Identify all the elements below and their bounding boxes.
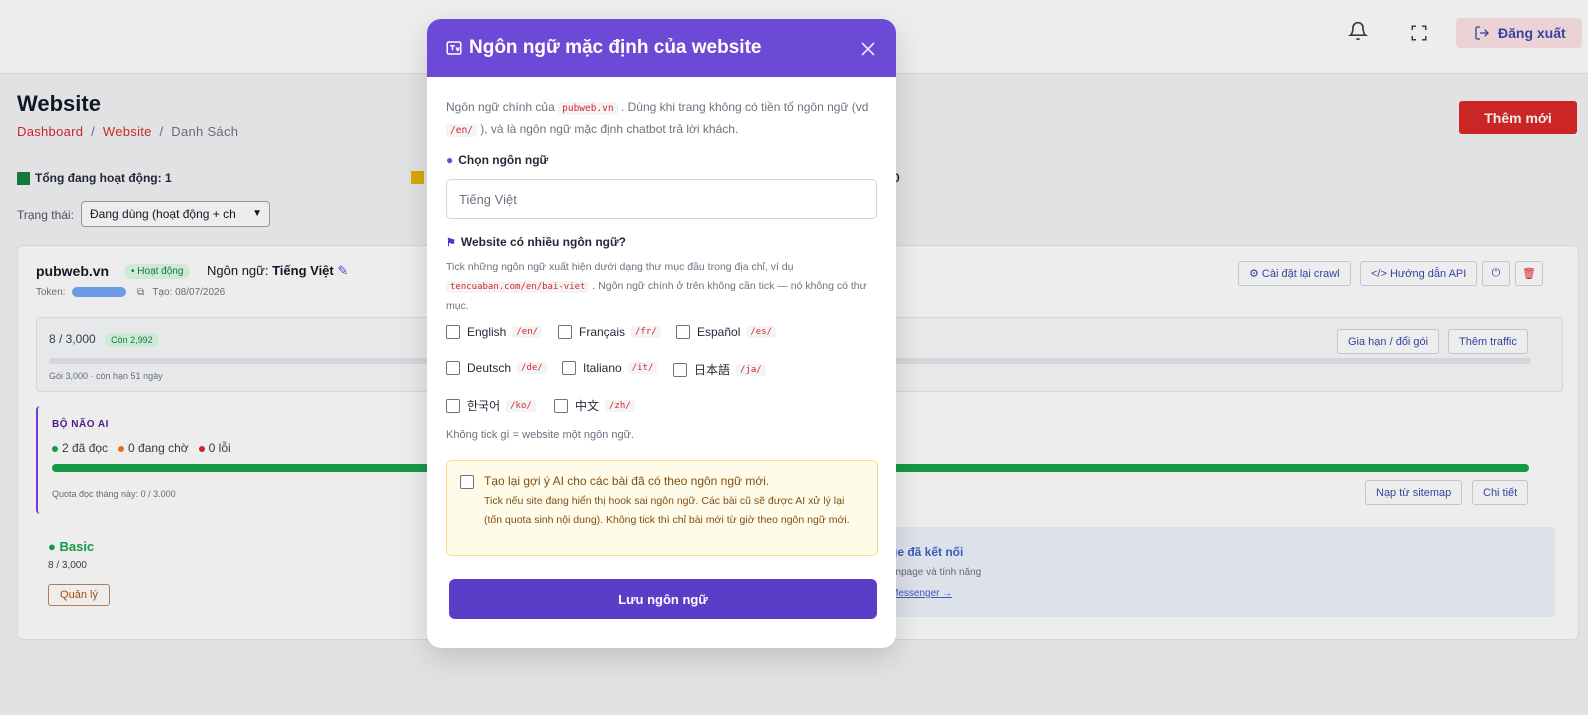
language-modal: Ngôn ngữ mặc định của website Ngôn ngữ c…: [427, 19, 896, 648]
translate-icon: [446, 41, 462, 55]
lang-option-es[interactable]: Español/es/: [676, 325, 777, 339]
checkbox[interactable]: [446, 325, 460, 339]
choose-language-label: ● Chọn ngôn ngữ: [446, 153, 549, 167]
lang-option-ja[interactable]: 日本語/ja/: [673, 361, 766, 378]
regenerate-box: Tạo lại gợi ý AI cho các bài đã có theo …: [446, 460, 878, 556]
save-language-button[interactable]: Lưu ngôn ngữ: [449, 579, 877, 619]
multi-language-description: Tick những ngôn ngữ xuất hiện dưới dạng …: [446, 261, 867, 312]
lang-option-ko[interactable]: 한국어/ko/: [446, 397, 536, 414]
globe-icon: ●: [446, 153, 454, 167]
modal-title: Ngôn ngữ mặc định của website: [469, 37, 762, 58]
language-input[interactable]: [446, 179, 877, 219]
single-language-note: Không tick gì = website một ngôn ngữ.: [446, 429, 635, 441]
checkbox[interactable]: [673, 362, 687, 377]
checkbox[interactable]: [446, 398, 460, 413]
domain-code: pubweb.vn: [558, 102, 618, 115]
prefix-example-code: /en/: [446, 124, 477, 137]
lang-option-en[interactable]: English/en/: [446, 325, 543, 339]
lang-option-zh[interactable]: 中文/zh/: [554, 397, 635, 414]
lang-option-it[interactable]: Italiano/it/: [562, 361, 658, 375]
regenerate-title[interactable]: Tạo lại gợi ý AI cho các bài đã có theo …: [484, 474, 769, 488]
url-example-code: tencuaban.com/en/bai-viet: [446, 281, 590, 293]
modal-intro: Ngôn ngữ chính của pubweb.vn . Dùng khi …: [446, 100, 869, 137]
lang-option-fr[interactable]: Français/fr/: [558, 325, 661, 339]
checkbox[interactable]: [446, 361, 460, 375]
modal-header: Ngôn ngữ mặc định của website: [427, 19, 896, 77]
close-icon[interactable]: [860, 41, 876, 57]
checkbox[interactable]: [558, 325, 572, 339]
checkbox[interactable]: [562, 361, 576, 375]
checkbox[interactable]: [676, 325, 690, 339]
flag-icon: ⚑: [446, 236, 456, 249]
checkbox[interactable]: [554, 398, 568, 413]
lang-option-de[interactable]: Deutsch/de/: [446, 361, 547, 375]
regenerate-checkbox[interactable]: [460, 475, 474, 489]
multi-language-label: ⚑ Website có nhiều ngôn ngữ?: [446, 235, 627, 249]
regenerate-description: Tick nếu site đang hiển thị hook sai ngô…: [484, 495, 850, 526]
